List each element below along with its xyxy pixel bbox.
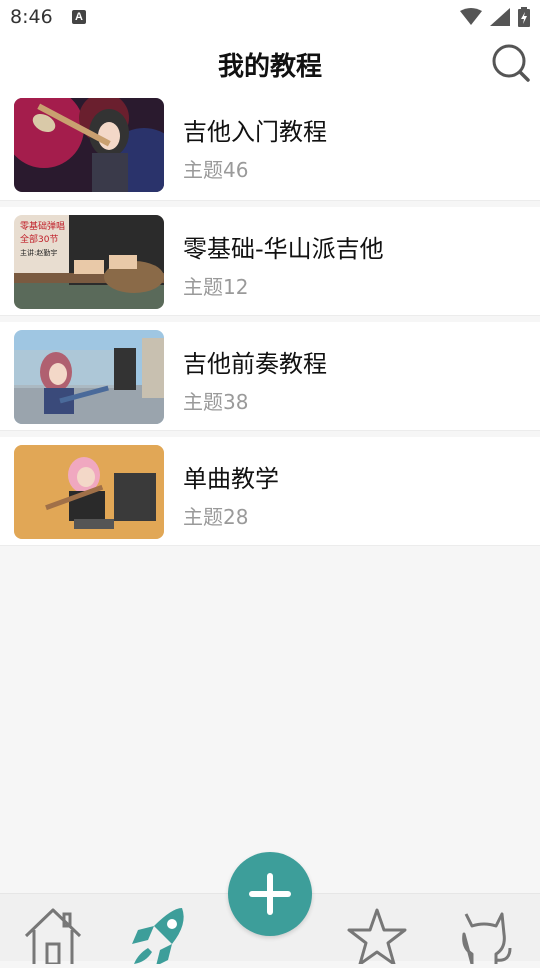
course-title: 吉他入门教程	[183, 118, 327, 146]
wifi-icon	[460, 8, 482, 25]
course-topic-count: 主题28	[183, 505, 249, 529]
add-button[interactable]	[228, 852, 312, 936]
course-thumbnail	[14, 330, 164, 424]
course-title: 零基础-华山派吉他	[183, 235, 384, 263]
app-header: 我的教程	[0, 36, 540, 90]
status-time: 8:46	[10, 6, 53, 28]
home-icon	[24, 908, 82, 966]
tab-home[interactable]	[20, 904, 90, 966]
course-item[interactable]: 单曲教学 主题28	[0, 437, 540, 546]
course-list: 吉他入门教程 主题46 零基础弹唱 全部30节 主讲:赵勤宇 零基础-华山派吉他…	[0, 90, 540, 552]
status-bar: 8:46 A	[0, 0, 540, 36]
tab-profile[interactable]	[452, 904, 522, 966]
thumb-caption: 全部30节	[20, 233, 58, 245]
thumb-caption: 主讲:赵勤宇	[20, 248, 57, 257]
search-icon	[492, 44, 530, 82]
page-title: 我的教程	[217, 52, 322, 82]
signal-icon	[490, 8, 510, 26]
course-thumbnail	[14, 98, 164, 192]
course-thumbnail	[14, 445, 164, 539]
cat-icon	[462, 912, 512, 966]
tab-favorites[interactable]	[344, 904, 414, 966]
course-item[interactable]: 吉他前奏教程 主题38	[0, 322, 540, 431]
course-topic-count: 主题38	[183, 390, 249, 414]
add-icon	[249, 873, 291, 915]
course-title: 单曲教学	[183, 465, 279, 493]
rocket-icon	[132, 908, 184, 966]
notification-icon: A	[72, 10, 86, 24]
thumb-caption: 零基础弹唱	[20, 220, 65, 232]
course-title: 吉他前奏教程	[183, 350, 327, 378]
star-icon	[347, 908, 407, 966]
search-button[interactable]	[490, 42, 532, 84]
tab-courses[interactable]	[128, 904, 198, 966]
course-topic-count: 主题12	[183, 275, 249, 299]
course-topic-count: 主题46	[183, 158, 249, 182]
battery-icon	[518, 7, 530, 27]
status-icons	[460, 7, 530, 27]
course-item[interactable]: 吉他入门教程 主题46	[0, 90, 540, 201]
course-thumbnail: 零基础弹唱 全部30节 主讲:赵勤宇	[14, 215, 164, 309]
course-item[interactable]: 零基础弹唱 全部30节 主讲:赵勤宇 零基础-华山派吉他 主题12	[0, 207, 540, 316]
